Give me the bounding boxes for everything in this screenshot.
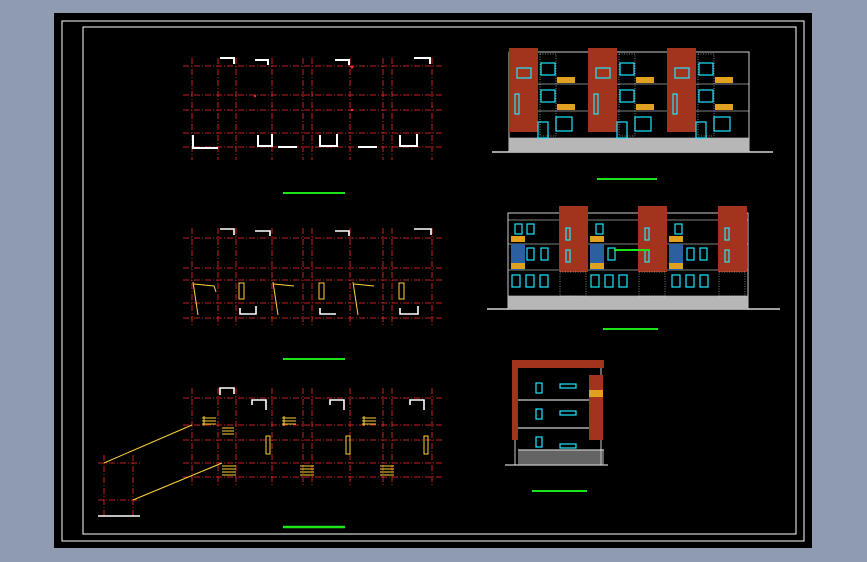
side-wall [512, 360, 518, 440]
section-stone-base [518, 450, 604, 465]
roof-band [512, 360, 604, 368]
stone-base [509, 138, 749, 152]
brick-towers [509, 48, 696, 132]
body [507, 212, 749, 310]
cad-viewport[interactable] [0, 0, 867, 562]
stone-base [508, 296, 748, 309]
balcony-band [589, 390, 603, 397]
drawing-canvas[interactable] [0, 0, 867, 562]
brick-towers [559, 206, 747, 272]
brick-side [589, 375, 603, 440]
